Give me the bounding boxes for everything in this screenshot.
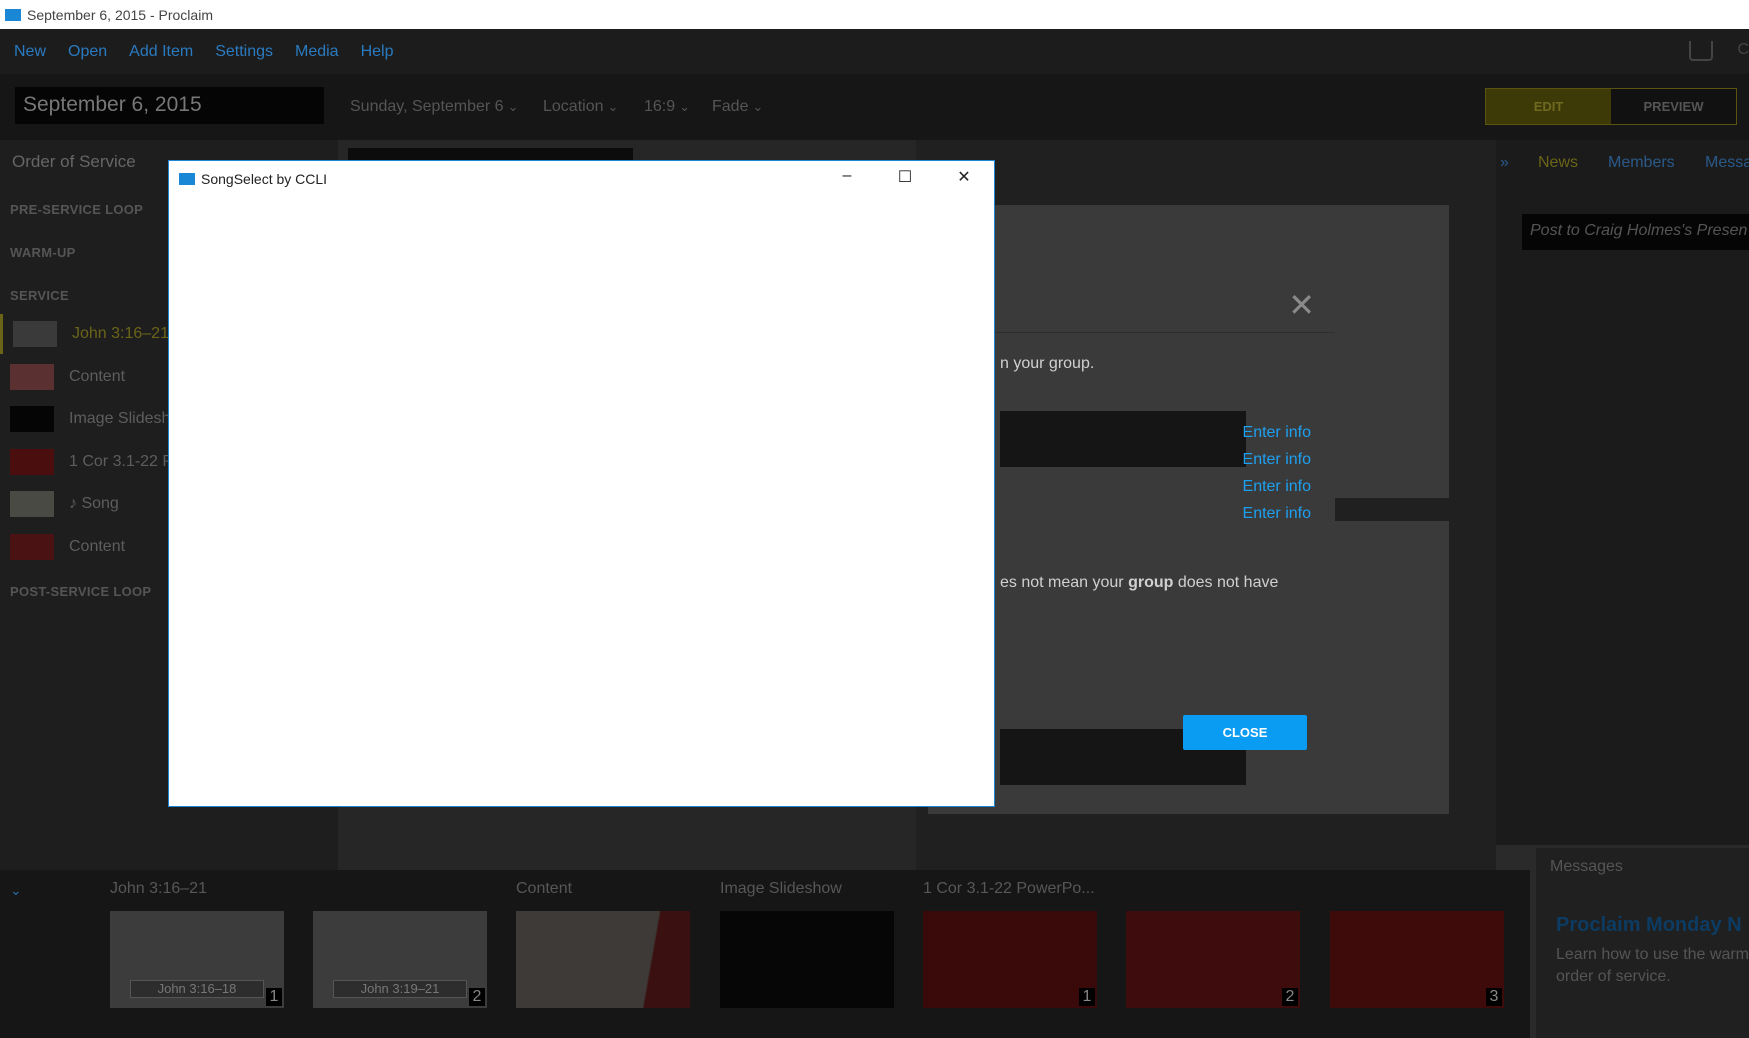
note-part-2: does not have	[1173, 574, 1279, 591]
item-thumbnail	[10, 534, 54, 560]
tab-news[interactable]: News	[1538, 154, 1578, 172]
service-title-input[interactable]: September 6, 2015	[15, 87, 324, 124]
timeline-group-label: Image Slideshow	[720, 880, 842, 897]
sidebar-item-label: ♪ Song	[69, 495, 119, 512]
timeline-thumb[interactable]: John 3:19–21 2	[313, 911, 487, 1008]
edit-button[interactable]: EDIT	[1486, 89, 1611, 124]
menu-settings[interactable]: Settings	[215, 43, 273, 61]
maximize-icon[interactable]: ☐	[890, 167, 920, 187]
timeline-thumb[interactable]: 3	[1330, 911, 1504, 1008]
aspect-dropdown[interactable]: 16:9	[644, 98, 690, 116]
close-button[interactable]: CLOSE	[1183, 715, 1307, 750]
messages-title: Messages	[1550, 858, 1623, 875]
thumb-number: 1	[1079, 988, 1095, 1006]
item-thumbnail	[10, 491, 54, 517]
section-service[interactable]: SERVICE	[10, 288, 69, 303]
thumb-number: 2	[1282, 988, 1298, 1006]
proclaim-logo-icon	[5, 8, 21, 21]
timeline-thumb[interactable]: 2	[1126, 911, 1300, 1008]
section-post-service[interactable]: POST-SERVICE LOOP	[10, 584, 151, 599]
dialog-note: es not mean your group does not have	[1000, 574, 1278, 592]
thumb-number: 3	[1486, 988, 1502, 1006]
dialog-message: n your group.	[1000, 355, 1095, 372]
menu-bar: New Open Add Item Settings Media Help C	[0, 29, 1749, 74]
menu-new[interactable]: New	[14, 43, 46, 61]
songselect-title: SongSelect by CCLI	[201, 171, 328, 187]
close-icon[interactable]: ✕	[1288, 289, 1315, 321]
sidebar-title: Order of Service	[12, 152, 136, 171]
collapse-timeline-icon[interactable]: ⌄	[10, 882, 22, 899]
timeline-group-label: 1 Cor 3.1-22 PowerPo...	[923, 880, 1095, 897]
date-dropdown[interactable]: Sunday, September 6	[350, 98, 518, 116]
sidebar-item-label: Content	[69, 368, 126, 385]
timeline-thumb[interactable]: John 3:16–18 1	[110, 911, 284, 1008]
item-thumbnail	[10, 449, 54, 475]
title-bar: September 6, 2015 - Proclaim	[0, 0, 1749, 29]
timeline-thumb[interactable]	[720, 911, 894, 1008]
enter-info-link[interactable]: Enter info	[1243, 478, 1311, 496]
thumb-number: 1	[266, 988, 282, 1006]
service-header: September 6, 2015 Sunday, September 6 Lo…	[0, 74, 1749, 140]
mode-toggle: EDIT PREVIEW	[1485, 88, 1737, 125]
sidebar-item-label: Content	[69, 538, 126, 555]
proclaim-logo-icon	[179, 173, 195, 185]
enter-info-link[interactable]: Enter info	[1243, 505, 1311, 523]
item-thumbnail	[10, 364, 54, 390]
timeline-thumb[interactable]: 1	[923, 911, 1097, 1008]
tab-messages[interactable]: Messa	[1705, 154, 1749, 172]
section-pre-service[interactable]: PRE-SERVICE LOOP	[10, 202, 143, 217]
sidebar-item-label: 1 Cor 3.1-22 P	[69, 453, 174, 470]
menu-open[interactable]: Open	[68, 43, 107, 61]
sidebar-item-label: Image Slidesh	[69, 410, 171, 427]
post-input[interactable]: Post to Craig Holmes's Presen	[1522, 214, 1749, 250]
note-part-1: es not mean your	[1000, 574, 1129, 591]
thumb-caption: John 3:16–18	[130, 980, 264, 998]
messages-body: Learn how to use the warm order of servi…	[1556, 946, 1749, 985]
note-group: group	[1128, 574, 1174, 591]
location-dropdown[interactable]: Location	[543, 98, 618, 116]
tab-members[interactable]: Members	[1608, 154, 1675, 172]
sidebar-item-label: John 3:16–21	[72, 325, 169, 342]
songselect-window: SongSelect by CCLI – ☐ ✕	[168, 160, 995, 807]
menu-add-item[interactable]: Add Item	[129, 43, 193, 61]
cart-icon[interactable]	[1689, 41, 1713, 61]
timeline-group-label: Content	[516, 880, 573, 897]
messages-panel: Messages Proclaim Monday N Learn how to …	[1536, 848, 1749, 1038]
item-thumbnail	[10, 406, 54, 432]
timeline-thumb[interactable]	[516, 911, 690, 1008]
enter-info-link[interactable]: Enter info	[1243, 424, 1311, 442]
thumb-caption: John 3:19–21	[333, 980, 467, 998]
menu-media[interactable]: Media	[295, 43, 339, 61]
timeline-group-label: John 3:16–21	[110, 880, 207, 897]
thumb-number: 2	[469, 988, 485, 1006]
menu-help[interactable]: Help	[361, 43, 394, 61]
messages-headline[interactable]: Proclaim Monday N	[1556, 914, 1742, 937]
enter-info-link[interactable]: Enter info	[1243, 451, 1311, 469]
expand-right-icon[interactable]: »	[1500, 154, 1509, 172]
close-icon[interactable]: ✕	[949, 167, 979, 187]
item-thumbnail	[13, 321, 57, 347]
section-warm-up[interactable]: WARM-UP	[10, 245, 76, 260]
window-title: September 6, 2015 - Proclaim	[27, 6, 213, 23]
user-menu[interactable]: C	[1737, 41, 1749, 59]
dialog-info-box	[1000, 411, 1246, 467]
transition-dropdown[interactable]: Fade	[712, 98, 763, 116]
preview-button[interactable]: PREVIEW	[1611, 89, 1736, 124]
minimize-icon[interactable]: –	[832, 167, 862, 185]
songselect-titlebar: SongSelect by CCLI	[179, 171, 327, 187]
